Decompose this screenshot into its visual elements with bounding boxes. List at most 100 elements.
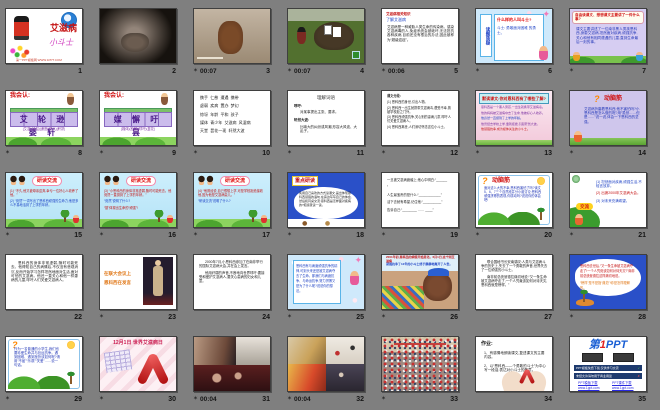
- slide-cell-31[interactable]: 00:04 31: [193, 336, 271, 404]
- slide-cell-9[interactable]: 我会认: 媒 懈 吁 昙 (媒体)(松懈)(呼吁)(昙花) 9: [99, 90, 177, 158]
- slide-14-thumbnail[interactable]: ? 动脑筋 艾滋病折磨着恩科西,他不害怕吗?小恩科西是怎么做的呢?用“虽然……但…: [569, 90, 647, 146]
- slide-28-thumbnail[interactable]: 恩科西去世后,“又一条生命被艾滋病夺走了!一个人究竟该如何对待天灾?”南非前总统…: [569, 254, 647, 310]
- slide-cell-24[interactable]: 2000年7月,小恩科西参加了在南非举行的国际艾滋病大会,并在会上发言。 他用纤弱…: [193, 254, 271, 322]
- slide-cell-10[interactable]: 携手 仁慈 遭遇 携带 虚弱 疾病 置办 梦幻 惊讶 年龄 平和 孩子 媒体 青少年…: [193, 90, 271, 158]
- slide-20-thumbnail[interactable]: ? 动脑筋 面对这么大的不幸,恩科西害怕了吗?读文5、6、7三个自然段并分小组讨…: [475, 172, 553, 228]
- slide-cell-4[interactable]: 00:07 4: [287, 8, 365, 76]
- slide-cell-8[interactable]: 我会认: 艾 轮 逊 婴 轩 (艾滋)(轮船)(谦逊)(婴儿)(轩昂) 8: [5, 90, 83, 158]
- photo-caption: 在联大会议上 恩科西在发言: [104, 271, 131, 286]
- slide-number: 31: [262, 396, 270, 403]
- slide-cell-27[interactable]: 联合国秘书长安南感叹:人类与艾滋病斗争的历史上,失去了一个勇敢的声音,世界失去了…: [475, 254, 553, 322]
- slide-cell-15[interactable]: 研读交流 (1) “不久,他又被母亲遗弃,幸亏一位好心人收养了他。” (2) “竟…: [5, 172, 83, 240]
- slide-title: 艾滋病: [49, 23, 77, 33]
- slide-cell-26[interactable]: 2001年初,恩科西的病情开始恶化。6月1日,这个同艾滋病 顽强抗争了12年的小斗…: [381, 254, 459, 322]
- slide-35-thumbnail[interactable]: 第1PPT PPT模板免费下载,仅供学习交流 ✓ 未经允许请勿用于商业用途 ✗ PP…: [569, 336, 647, 392]
- slide-19-thumbnail[interactable]: 一旦被艾滋病魔缠上,他心中明白:“______” 人生最宝贵的是什么:“____…: [381, 172, 459, 228]
- preview-thumb: [613, 353, 634, 362]
- slide-18-thumbnail[interactable]: 重点研读 先用自己喜欢的方式读课文,画出体现恩科西顽强的语句,在旁边写写自己的体…: [287, 172, 365, 228]
- slide-cell-19[interactable]: 一旦被艾滋病魔缠上,他心中明白:“______” 人生最宝贵的是什么:“____…: [381, 172, 459, 240]
- slide-22-thumbnail[interactable]: 恩科西的身体非常虚弱,随时可能死去。他得知自己的病情后,不仅没有悲观消沉,反而开…: [5, 254, 83, 310]
- slide-cell-1[interactable]: 艾滋病 小斗士 第一PPT模板网 WWW.1PPT.COM 1: [5, 8, 83, 76]
- animation-star-icon: [5, 395, 10, 404]
- slide-cell-18[interactable]: 重点研读 先用自己喜欢的方式读课文,画出体现恩科西顽强的语句,在旁边写写自己的体…: [287, 172, 365, 240]
- slide-cell-5[interactable]: 艾滋病相关知识 了解艾滋病 艾滋病是一种威胁人类生命的传染病。感染艾滋病毒的人,…: [381, 8, 459, 76]
- slide-5-thumbnail[interactable]: 艾滋病相关知识 了解艾滋病 艾滋病是一种威胁人类生命的传染病。感染艾滋病毒的人,…: [381, 8, 459, 64]
- animation-star-icon: [5, 231, 10, 240]
- flowers: [8, 45, 32, 58]
- slide-33-label: 33: [381, 395, 459, 404]
- slide-7-thumbnail[interactable]: 自由读课文、想想课文主要讲了一件什么事? 课文主要讲述了一位南非黑人男孩恩科西,…: [569, 8, 647, 64]
- photo-top-right: [326, 337, 364, 364]
- slide-cell-6[interactable]: ✦ 读题质疑 什么样的人叫斗士? 斗士: 勇敢面对困难 的勇士。 6: [475, 8, 553, 76]
- link-list-left[interactable]: PPT模板下载 www.1ppt.com: [578, 381, 604, 391]
- slide-cell-12[interactable]: 课文分段: (1) 恩科西的身世,引出人物。 (2) 恩科西一出生就携带艾滋病毒,…: [381, 90, 459, 158]
- slide-number: 24: [262, 314, 270, 321]
- slide-1-label: 1: [5, 67, 83, 76]
- slide-cell-34[interactable]: 作业: 1、有感情地朗读课文,复述课文的主要内容。 2、以“恩科西——个勇敢的斗士…: [475, 336, 553, 404]
- slide-cell-23[interactable]: 在联大会议上恩科西在发言 23: [99, 254, 177, 322]
- slide-33-thumbnail[interactable]: [381, 336, 459, 392]
- slide-cell-33[interactable]: 33: [381, 336, 459, 404]
- aids-ribbon-icon: [136, 351, 170, 386]
- animation-star-icon: [381, 231, 386, 240]
- slide-cell-13[interactable]: 默读课文:你对恩科西有了哪些了解? 恩科西是一个黑人男孩,一出生就携带艾滋病毒。…: [475, 90, 553, 158]
- slide-cell-3[interactable]: 00:07 3: [193, 8, 271, 76]
- slide-24-thumbnail[interactable]: 2000年7月,小恩科西参加了在南非举行的国际艾滋病大会,并在会上发言。 他用纤弱…: [193, 254, 271, 310]
- video-badge-icon: [352, 51, 360, 59]
- slide-9-thumbnail[interactable]: 我会认: 媒 懈 吁 昙 (媒体)(松懈)(呼吁)(昙花): [99, 90, 177, 146]
- slide-cell-25[interactable]: ✦ 恩科西有与病魔顽强抗争的精神,可到头来还是被艾滋病夺去了生命。那我们与病魔抗…: [287, 254, 365, 322]
- slide-29-thumbnail[interactable]: ? 作为一名普通的小学生,我们也要珍爱生命并与厄运抗争。遇到困难、遇到挫折该如何…: [5, 336, 83, 392]
- slide-25-thumbnail[interactable]: ✦ 恩科西有与病魔顽强抗争的精神,可到头来还是被艾滋病夺去了生命。那我们与病魔抗…: [287, 254, 365, 310]
- slide-27-thumbnail[interactable]: 联合国秘书长安南感叹:人类与艾滋病斗争的历史上,失去了一个勇敢的声音,世界失去了…: [475, 254, 553, 310]
- slide-8-thumbnail[interactable]: 我会认: 艾 轮 逊 婴 轩 (艾滋)(轮船)(谦逊)(婴儿)(轩昂): [5, 90, 83, 146]
- slide-11-thumbnail[interactable]: 理解词语 呼吁: 对某事提出主张、要求。 轩然大波: 比喻大的纠纷或风潮,形容大风波…: [287, 90, 365, 146]
- slide-30-thumbnail[interactable]: 12月1日 世界艾滋病日: [99, 336, 177, 392]
- slide-cell-30[interactable]: 12月1日 世界艾滋病日 30: [99, 336, 177, 404]
- slide-2-thumbnail[interactable]: [99, 8, 177, 64]
- slide-34-thumbnail[interactable]: 作业: 1、有感情地朗读课文,复述课文的主要内容。 2、以“恩科西——个勇敢的斗士…: [475, 336, 553, 392]
- animation-star-icon: [475, 67, 480, 76]
- transition-time: 00:07: [200, 68, 217, 75]
- exchange-button[interactable]: 交流: [576, 203, 593, 211]
- slide-6-thumbnail[interactable]: ✦ 读题质疑 什么样的人叫斗士? 斗士: 勇敢面对困难 的勇士。: [475, 8, 553, 64]
- slide-1-thumbnail[interactable]: 艾滋病 小斗士 第一PPT模板网 WWW.1PPT.COM: [5, 8, 83, 64]
- slide-cell-29[interactable]: ? 作为一名普通的小学生,我们也要珍爱生命并与厄运抗争。遇到困难、遇到挫折该如何…: [5, 336, 83, 404]
- slide-31-thumbnail[interactable]: [193, 336, 271, 392]
- preview-thumb: [582, 353, 603, 362]
- slide-26-thumbnail[interactable]: 2001年初,恩科西的病情开始恶化。6月1日,这个同艾滋病 顽强抗争了12年的小斗…: [381, 254, 459, 310]
- slide-12-thumbnail[interactable]: 课文分段: (1) 恩科西的身世,引出人物。 (2) 恩科西一出生就携带艾滋病毒,…: [381, 90, 459, 146]
- slide-cell-32[interactable]: 00:04 32: [287, 336, 365, 404]
- heading: 动脑筋: [492, 178, 511, 184]
- slide-cell-11[interactable]: 理解词语 呼吁: 对某事提出主张、要求。 轩然大波: 比喻大的纠纷或风潮,形容大风波…: [287, 90, 365, 158]
- slide-number: 34: [544, 396, 552, 403]
- slide-cell-35[interactable]: 第1PPT PPT模板免费下载,仅供学习交流 ✓ 未经允许请勿用于商业用途 ✗ PP…: [569, 336, 647, 404]
- slide-cell-22[interactable]: 恩科西的身体非常虚弱,随时可能死去。他得知自己的病情后,不仅没有悲观消沉,反而开…: [5, 254, 83, 322]
- slide-17-thumbnail[interactable]: 研读交流 (4) “他曾经说,自己很想上学,可是学校拒绝接收他,因为他是艾滋病患…: [193, 172, 271, 228]
- slide-15-thumbnail[interactable]: 研读交流 (1) “不久,他又被母亲遗弃,幸亏一位好心人收养了他。” (2) “竟…: [5, 172, 83, 228]
- link-list-right[interactable]: PPT课件下载 www.1ppt.com: [612, 381, 640, 391]
- vocabulary-grid: 携手 仁慈 遭遇 携带 虚弱 疾病 置办 梦幻 惊讶 年龄 平和 孩子 媒体 青少年…: [200, 95, 251, 134]
- slide-cell-21[interactable]: (1) 坦然面对疾病,顽强生活,不轻言放弃。 (2) 出席2000年艾滋病大会。 …: [569, 172, 647, 240]
- slide-3-thumbnail[interactable]: [193, 8, 271, 64]
- slide-cell-14[interactable]: ? 动脑筋 艾滋病折磨着恩科西,他不害怕吗?小恩科西是怎么做的呢?用“虽然……但…: [569, 90, 647, 158]
- cartoon-girl: [539, 46, 548, 60]
- slide-4-thumbnail[interactable]: [287, 8, 365, 64]
- slide-cell-28[interactable]: 恩科西去世后,“又一条生命被艾滋病夺走了!一个人究竟该如何对待天灾?”南非前总统…: [569, 254, 647, 322]
- slide-10-thumbnail[interactable]: 携手 仁慈 遭遇 携带 虚弱 疾病 置办 梦幻 惊讶 年龄 平和 孩子 媒体 青少年…: [193, 90, 271, 146]
- slide-16-thumbnail[interactable]: 研读交流 (3) “小恩科西的身体非常虚弱,随时可能死去。他竟然一直挺到了上学的…: [99, 172, 177, 228]
- slide-number: 32: [356, 396, 364, 403]
- slide-cell-20[interactable]: ? 动脑筋 面对这么大的不幸,恩科西害怕了吗?读文5、6、7三个自然段并分小组讨…: [475, 172, 553, 240]
- slide-number: 17: [262, 232, 270, 239]
- cartoon-man: [14, 16, 29, 40]
- slide-cell-16[interactable]: 研读交流 (3) “小恩科西的身体非常虚弱,随时可能死去。他竟然一直挺到了上学的…: [99, 172, 177, 240]
- slide-23-thumbnail[interactable]: 在联大会议上 恩科西在发言: [99, 254, 177, 310]
- slide-32-thumbnail[interactable]: [287, 336, 365, 392]
- slide-13-thumbnail[interactable]: 默读课文:你对恩科西有了哪些了解? 恩科西是一个黑人男孩,一出生就携带艾滋病毒。…: [475, 90, 553, 146]
- cartoon-teacher: [161, 93, 168, 105]
- photo-bottom-left: [288, 364, 326, 391]
- slide-cell-17[interactable]: 研读交流 (4) “他曾经说,自己很想上学,可是学校拒绝接收他,因为他是艾滋病患…: [193, 172, 271, 240]
- slide-cell-2[interactable]: 2: [99, 8, 177, 76]
- slide-21-thumbnail[interactable]: (1) 坦然面对疾病,顽强生活,不轻言放弃。 (2) 出席2000年艾滋病大会。 …: [569, 172, 647, 228]
- slide-cell-7[interactable]: 自由读课文、想想课文主要讲了一件什么事? 课文主要讲述了一位南非黑人男孩恩科西,…: [569, 8, 647, 76]
- heading: 研读交流: [220, 176, 251, 186]
